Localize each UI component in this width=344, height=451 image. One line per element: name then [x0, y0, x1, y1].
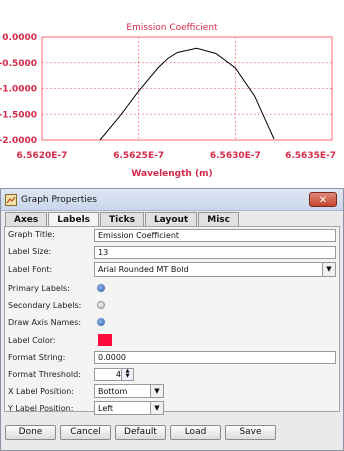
- x-tick-label: 6.5635E-7: [285, 151, 336, 161]
- button-row: Done Cancel Default Load Save: [5, 425, 280, 440]
- graph-properties-dialog: Graph Properties ✕ Axes Labels Ticks Lay…: [0, 188, 344, 451]
- tab-layout[interactable]: Layout: [144, 212, 198, 226]
- label-color-swatch[interactable]: [98, 334, 112, 346]
- draw-axis-names-radio[interactable]: [97, 318, 105, 326]
- format-threshold-spinner[interactable]: 4 ▲ ▼: [94, 368, 134, 381]
- y-tick-label: -0.5000: [0, 59, 37, 69]
- y-tick-label: -1.5000: [0, 110, 37, 120]
- y-tick-label: 0.0000: [2, 33, 37, 43]
- y-tick-label: -2.0000: [0, 136, 37, 146]
- x-tick-label: 6.5630E-7: [210, 151, 261, 161]
- x-label-position-select[interactable]: Bottom ▼: [94, 384, 164, 398]
- chart-title: Emission Coefficient: [126, 23, 218, 33]
- graph-title-label: Graph Title:: [8, 230, 55, 239]
- spinner-arrows-icon[interactable]: ▲ ▼: [121, 369, 133, 380]
- format-threshold-label: Format Threshold:: [8, 370, 81, 379]
- chevron-down-icon[interactable]: ▼: [150, 402, 163, 414]
- series-line: [99, 47, 275, 141]
- save-button[interactable]: Save: [225, 425, 276, 440]
- labels-panel: Graph Title: Emission Coefficient Label …: [4, 226, 340, 415]
- chart-xlabel: Wavelength (m): [131, 169, 212, 179]
- graph-title-input[interactable]: Emission Coefficient: [94, 229, 336, 242]
- close-button[interactable]: ✕: [309, 192, 337, 207]
- cancel-button[interactable]: Cancel: [60, 425, 111, 440]
- label-color-label: Label Color:: [8, 336, 56, 345]
- primary-labels-radio[interactable]: [97, 284, 105, 292]
- secondary-labels-label: Secondary Labels:: [8, 301, 82, 310]
- load-button[interactable]: Load: [170, 425, 221, 440]
- tab-misc[interactable]: Misc: [198, 212, 239, 226]
- label-font-select[interactable]: Arial Rounded MT Bold ▼: [94, 262, 336, 277]
- default-button[interactable]: Default: [115, 425, 166, 440]
- format-string-input[interactable]: 0.0000: [94, 351, 336, 364]
- x-label-position-value: Bottom: [98, 387, 128, 396]
- primary-labels-label: Primary Labels:: [8, 284, 70, 293]
- label-font-value: Arial Rounded MT Bold: [98, 265, 189, 274]
- label-size-input[interactable]: 13: [94, 246, 336, 259]
- chevron-down-icon[interactable]: ▼: [322, 263, 335, 276]
- dialog-title: Graph Properties: [21, 194, 97, 205]
- y-label-position-value: Left: [98, 404, 114, 413]
- tab-ticks[interactable]: Ticks: [100, 212, 144, 226]
- emission-chart: Emission Coefficient Wavelength (m) 0.00…: [0, 23, 336, 179]
- app-icon: [5, 193, 17, 206]
- x-tick-label: 6.5620E-7: [17, 151, 68, 161]
- tab-labels[interactable]: Labels: [48, 212, 100, 227]
- label-size-label: Label Size:: [8, 247, 52, 256]
- label-font-label: Label Font:: [8, 265, 53, 274]
- secondary-labels-radio[interactable]: [97, 301, 105, 309]
- done-button[interactable]: Done: [5, 425, 56, 440]
- format-string-label: Format String:: [8, 353, 66, 362]
- y-label-position-label: Y Label Position:: [8, 404, 74, 413]
- dialog-titlebar: Graph Properties: [1, 189, 343, 211]
- tab-bar: Axes Labels Ticks Layout Misc: [5, 212, 240, 227]
- y-tick-label: -1.0000: [0, 85, 37, 95]
- x-label-position-label: X Label Position:: [8, 387, 74, 396]
- tab-axes[interactable]: Axes: [5, 212, 48, 226]
- draw-axis-names-label: Draw Axis Names:: [8, 318, 82, 327]
- y-label-position-select[interactable]: Left ▼: [94, 401, 164, 415]
- chart-area: Emission Coefficient Wavelength (m) 0.00…: [0, 0, 344, 187]
- chevron-down-icon[interactable]: ▼: [150, 385, 163, 397]
- x-tick-label: 6.5625E-7: [113, 151, 164, 161]
